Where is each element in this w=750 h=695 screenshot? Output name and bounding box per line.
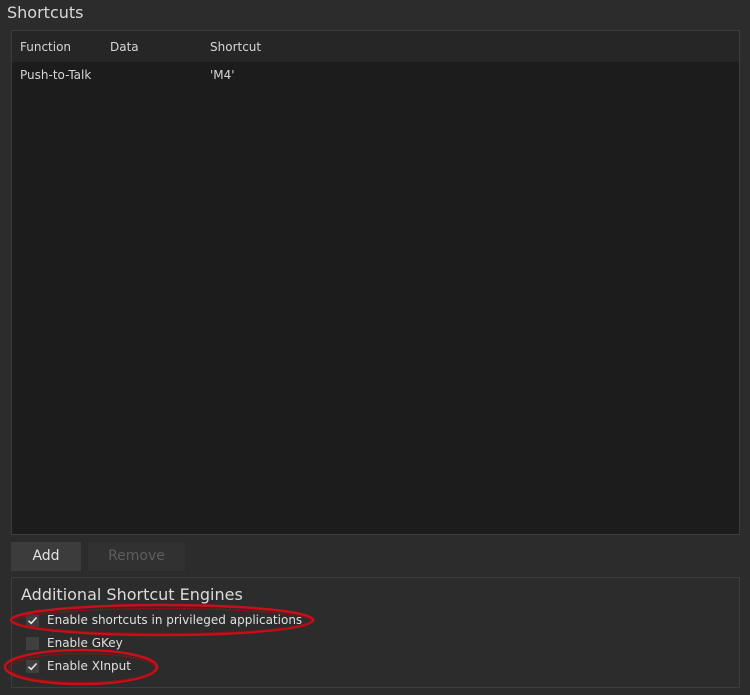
- column-header-function[interactable]: Function: [20, 40, 71, 54]
- xinput-label[interactable]: Enable XInput: [47, 659, 131, 673]
- privileged-apps-label[interactable]: Enable shortcuts in privileged applicati…: [47, 613, 302, 627]
- shortcuts-table[interactable]: Function Data Shortcut Push-to-Talk 'M4': [11, 30, 740, 535]
- additional-shortcut-engines-group: Additional Shortcut Engines Enable short…: [11, 577, 740, 688]
- engines-group-title: Additional Shortcut Engines: [21, 585, 243, 604]
- column-header-shortcut[interactable]: Shortcut: [210, 40, 261, 54]
- add-button[interactable]: Add: [11, 542, 81, 571]
- cell-function: Push-to-Talk: [20, 68, 92, 82]
- column-header-data[interactable]: Data: [110, 40, 139, 54]
- check-icon: [27, 662, 38, 671]
- section-title: Shortcuts: [7, 3, 84, 22]
- privileged-apps-checkbox[interactable]: [26, 614, 39, 627]
- shortcuts-settings-panel: Shortcuts Function Data Shortcut Push-to…: [0, 0, 750, 695]
- gkey-checkbox[interactable]: [26, 637, 39, 650]
- xinput-checkbox[interactable]: [26, 660, 39, 673]
- gkey-label[interactable]: Enable GKey: [47, 636, 123, 650]
- table-row[interactable]: Push-to-Talk 'M4': [12, 65, 739, 87]
- table-header: Function Data Shortcut: [12, 31, 739, 62]
- remove-button[interactable]: Remove: [88, 542, 185, 571]
- check-icon: [27, 616, 38, 625]
- cell-shortcut: 'M4': [210, 68, 235, 82]
